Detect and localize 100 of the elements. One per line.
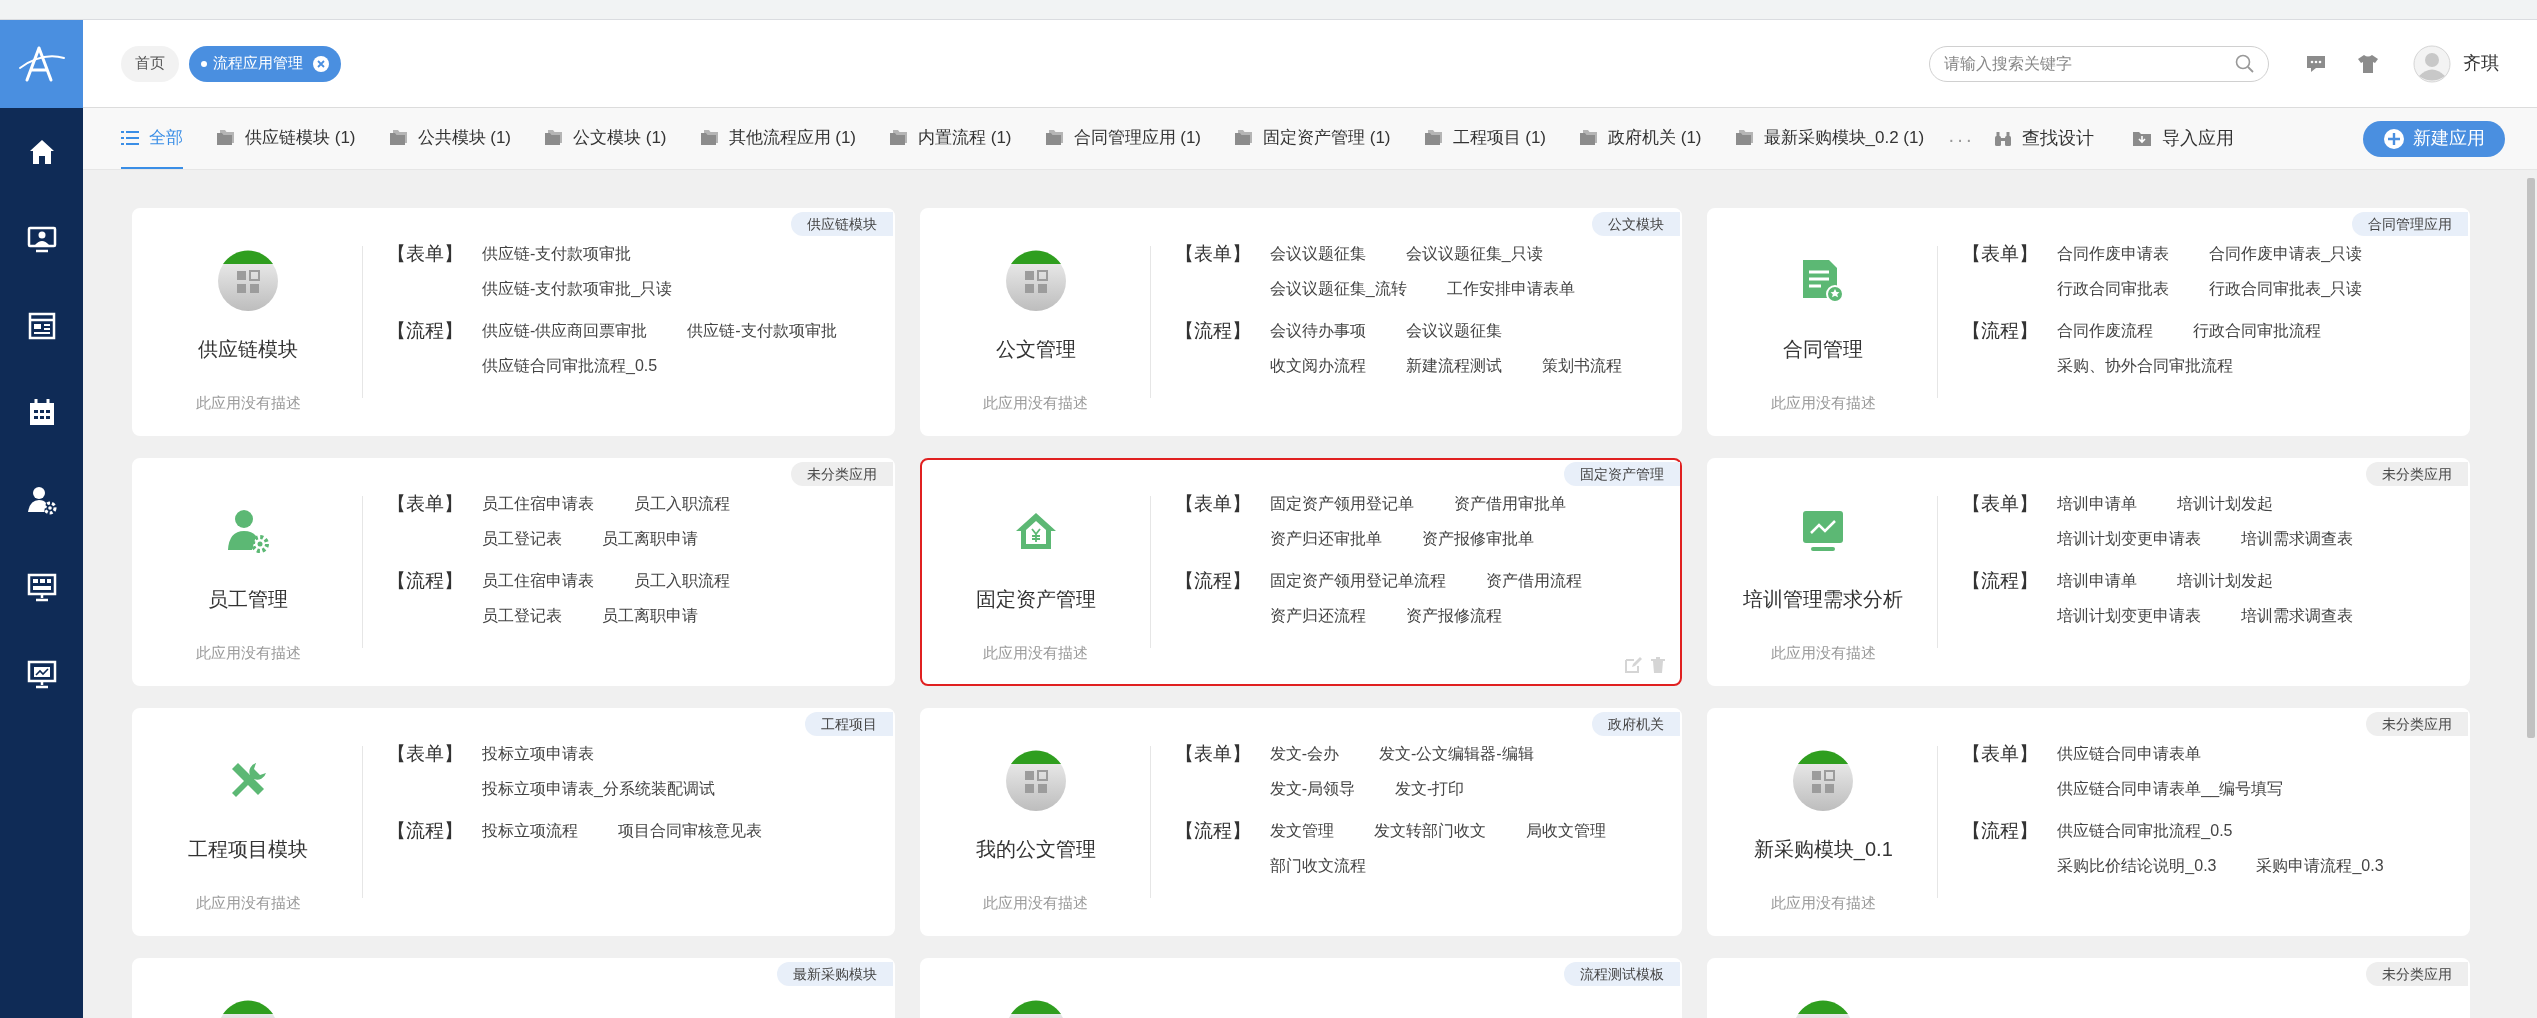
form-link[interactable]: 供应链-供应商回票审批 bbox=[482, 317, 648, 345]
form-link[interactable]: 投标立项申请表_分系统装配调试 bbox=[482, 775, 715, 803]
shirt-icon[interactable] bbox=[2357, 53, 2379, 74]
section-label: 【流程】 bbox=[1174, 569, 1252, 593]
form-link[interactable]: 培训计划变更申请表 bbox=[2057, 602, 2202, 630]
form-link[interactable]: 资产报修流程 bbox=[1405, 602, 1502, 630]
form-link[interactable]: 资产借用审批单 bbox=[1453, 490, 1566, 518]
form-link[interactable]: 资产归还流程 bbox=[1269, 602, 1366, 630]
import-app-button[interactable]: 导入应用 bbox=[2132, 125, 2235, 152]
close-icon[interactable] bbox=[313, 55, 329, 72]
app-card[interactable]: 公文模块 公文管理 此应用没有描述 【表单】 会议议题征集 会议议题征集_只读 会议议题征集_流转 工作安排申请表单 【流程】 会议待办事项 会议议题征集 收文阅办流程 新建流程测试 策划书流程 bbox=[919, 208, 1683, 436]
category-tab[interactable]: 政府机关 (1) bbox=[1580, 108, 1702, 169]
app-card[interactable]: 固定资产管理 固定资产管理 此应用没有描述 【表单】 固定资产领用登记单 资产借用审批单 资产归还审批单 资产报修审批单 【流程】 固定资产领用登记单流程 资产借用流程 资产归还流程 资产报修流程 bbox=[919, 458, 1683, 686]
form-link[interactable]: 员工离职申请 bbox=[602, 602, 698, 630]
section-label: 【流程】 bbox=[1962, 819, 2040, 843]
search-icon[interactable] bbox=[2235, 53, 2255, 74]
category-tab[interactable]: 内置流程 (1) bbox=[890, 108, 1012, 169]
form-link[interactable]: 员工入职流程 bbox=[634, 490, 730, 518]
category-tab[interactable]: 最新采购模块_0.2 (1) bbox=[1735, 108, 1925, 169]
breadcrumb-tab[interactable]: 首页 bbox=[121, 45, 179, 82]
category-tab[interactable]: 固定资产管理 (1) bbox=[1235, 108, 1391, 169]
form-link[interactable]: 收文阅办流程 bbox=[1269, 352, 1366, 380]
form-link[interactable]: 培训申请单 bbox=[2057, 490, 2138, 518]
user-name[interactable]: 齐琪 bbox=[2463, 50, 2499, 77]
form-link[interactable]: 合同作废申请表_只读 bbox=[2209, 240, 2363, 268]
form-link[interactable]: 发文管理 bbox=[1269, 817, 1334, 845]
form-link[interactable]: 投标立项流程 bbox=[482, 817, 578, 845]
form-link[interactable]: 发文-局领导 bbox=[1269, 775, 1355, 803]
form-link[interactable]: 培训计划发起 bbox=[2177, 567, 2274, 595]
form-link[interactable]: 投标立项申请表 bbox=[482, 740, 594, 768]
app-card[interactable]: 未分类应用 员工管理 此应用没有描述 【表单】 员工住宿申请表 员工入职流程 员工登记表 员工离职申请 【流程】 员工住宿申请表 员工入职流程 员工登记表 员工离职申请 bbox=[132, 458, 895, 686]
app-card[interactable]: 未分类应用 新采购模块_0.1 此应用没有描述 【表单】 供应链合同申请表单 供应链合同申请表单__编号填写 【流程】 供应链合同审批流程_0.5 采购比价结论说明_0.3 采购申请流程_0.3 bbox=[1707, 708, 2470, 936]
form-link[interactable]: 会议议题征集 bbox=[1269, 240, 1366, 268]
app-card[interactable]: 政府机关 我的公文管理 此应用没有描述 【表单】 发文-会办 发文-公文编辑器-编辑 发文-局领导 发文-打印 【流程】 发文管理 发文转部门收文 局收文管理 部门收文流程 bbox=[919, 708, 1683, 936]
category-tab[interactable]: 合同管理应用 (1) bbox=[1045, 108, 1201, 169]
find-design-button[interactable]: 查找设计 bbox=[1994, 125, 2095, 152]
form-link[interactable]: 员工离职申请 bbox=[602, 525, 698, 553]
form-link[interactable]: 培训计划变更申请表 bbox=[2057, 525, 2202, 553]
form-link[interactable]: 供应链-支付款项审批 bbox=[482, 240, 632, 268]
category-tag: 最新采购模块 bbox=[776, 962, 893, 986]
form-link[interactable]: 资产归还审批单 bbox=[1269, 525, 1382, 553]
form-link[interactable]: 行政合同审批流程 bbox=[2193, 317, 2322, 345]
chat-icon[interactable] bbox=[2305, 53, 2327, 74]
search-field[interactable]: 请输入搜索关键字 bbox=[1929, 45, 2269, 82]
form-link[interactable]: 供应链-支付款项审批_只读 bbox=[482, 275, 673, 303]
app-card[interactable]: 工程项目 工程项目模块 此应用没有描述 【表单】 投标立项申请表 投标立项申请表_分系统装配调试 【流程】 投标立项流程 项目合同审核意见表 bbox=[132, 708, 895, 936]
category-tab[interactable]: 供应链模块 (1) bbox=[217, 108, 356, 169]
form-link[interactable]: 供应链合同申请表单 bbox=[2057, 740, 2202, 768]
form-link[interactable]: 固定资产领用登记单流程 bbox=[1269, 567, 1446, 595]
form-link[interactable]: 发文-会办 bbox=[1269, 740, 1339, 768]
form-link[interactable]: 局收文管理 bbox=[1525, 817, 1606, 845]
form-link[interactable]: 员工登记表 bbox=[482, 525, 562, 553]
form-link[interactable]: 采购、协外合同审批流程 bbox=[2057, 352, 2234, 380]
form-link[interactable]: 合同作废流程 bbox=[2057, 317, 2154, 345]
form-link[interactable]: 供应链合同申请表单__编号填写 bbox=[2057, 775, 2284, 803]
form-link[interactable]: 会议议题征集_只读 bbox=[1405, 240, 1543, 268]
form-link[interactable]: 发文-公文编辑器-编辑 bbox=[1379, 740, 1534, 768]
app-card[interactable]: 流程测试模板 bbox=[919, 958, 1683, 1018]
form-link[interactable]: 行政合同审批表 bbox=[2057, 275, 2170, 303]
form-link[interactable]: 会议待办事项 bbox=[1269, 317, 1366, 345]
category-tab[interactable]: 公文模块 (1) bbox=[545, 108, 667, 169]
form-link[interactable]: 工作安排申请表单 bbox=[1446, 275, 1575, 303]
form-link[interactable]: 部门收文流程 bbox=[1269, 852, 1366, 880]
app-card[interactable]: 合同管理应用 合同管理 此应用没有描述 【表单】 合同作废申请表 合同作废申请表_只读 行政合同审批表 行政合同审批表_只读 【流程】 合同作废流程 行政合同审批流程 采购、协外合同审批流程 bbox=[1707, 208, 2470, 436]
form-link[interactable]: 会议议题征集_流转 bbox=[1269, 275, 1407, 303]
form-link[interactable]: 发文转部门收文 bbox=[1373, 817, 1486, 845]
category-tag: 合同管理应用 bbox=[2352, 212, 2468, 236]
form-link[interactable]: 供应链合同审批流程_0.5 bbox=[2057, 817, 2233, 845]
form-link[interactable]: 行政合同审批表_只读 bbox=[2209, 275, 2363, 303]
app-card[interactable]: 供应链模块 供应链模块 此应用没有描述 【表单】 供应链-支付款项审批 供应链-支付款项审批_只读 【流程】 供应链-供应商回票审批 供应链-支付款项审批 供应链合同审批流程_0.5 bbox=[132, 208, 895, 436]
app-card[interactable]: 未分类应用 bbox=[1707, 958, 2470, 1018]
form-link[interactable]: 培训申请单 bbox=[2057, 567, 2138, 595]
form-link[interactable]: 发文-打印 bbox=[1395, 775, 1465, 803]
form-link[interactable]: 会议议题征集 bbox=[1405, 317, 1502, 345]
form-link[interactable]: 资产报修审批单 bbox=[1421, 525, 1534, 553]
form-link[interactable]: 员工登记表 bbox=[482, 602, 562, 630]
form-link[interactable]: 培训需求调查表 bbox=[2241, 525, 2354, 553]
app-card[interactable]: 未分类应用 培训管理需求分析 此应用没有描述 【表单】 培训申请单 培训计划发起 培训计划变更申请表 培训需求调查表 【流程】 培训申请单 培训计划发起 培训计划变更申请表 培训需求调查表 bbox=[1707, 458, 2470, 686]
logo-icon bbox=[16, 44, 67, 84]
category-tab[interactable]: 工程项目 (1) bbox=[1424, 108, 1546, 169]
form-link[interactable]: 资产借用流程 bbox=[1485, 567, 1582, 595]
form-link[interactable]: 员工住宿申请表 bbox=[482, 567, 594, 595]
form-link[interactable]: 培训计划发起 bbox=[2177, 490, 2274, 518]
form-link[interactable]: 新建流程测试 bbox=[1405, 352, 1502, 380]
form-link[interactable]: 供应链-支付款项审批 bbox=[687, 317, 837, 345]
form-link[interactable]: 策划书流程 bbox=[1541, 352, 1622, 380]
form-link[interactable]: 采购申请流程_0.3 bbox=[2256, 852, 2384, 880]
form-link[interactable]: 采购比价结论说明_0.3 bbox=[2057, 852, 2217, 880]
form-link[interactable]: 合同作废申请表 bbox=[2057, 240, 2170, 268]
form-link[interactable]: 员工入职流程 bbox=[634, 567, 730, 595]
app-card[interactable]: 最新采购模块 bbox=[132, 958, 895, 1018]
form-link[interactable]: 员工住宿申请表 bbox=[482, 490, 594, 518]
form-link[interactable]: 供应链合同审批流程_0.5 bbox=[482, 352, 658, 380]
category-tab[interactable]: 其他流程应用 (1) bbox=[700, 108, 856, 169]
form-link[interactable]: 固定资产领用登记单 bbox=[1269, 490, 1414, 518]
form-link[interactable]: 项目合同审核意见表 bbox=[618, 817, 762, 845]
list-icon bbox=[121, 130, 139, 145]
category-tag: 未分类应用 bbox=[2366, 962, 2468, 986]
form-link[interactable]: 培训需求调查表 bbox=[2241, 602, 2354, 630]
category-tab[interactable]: 公共模块 (1) bbox=[389, 108, 511, 169]
